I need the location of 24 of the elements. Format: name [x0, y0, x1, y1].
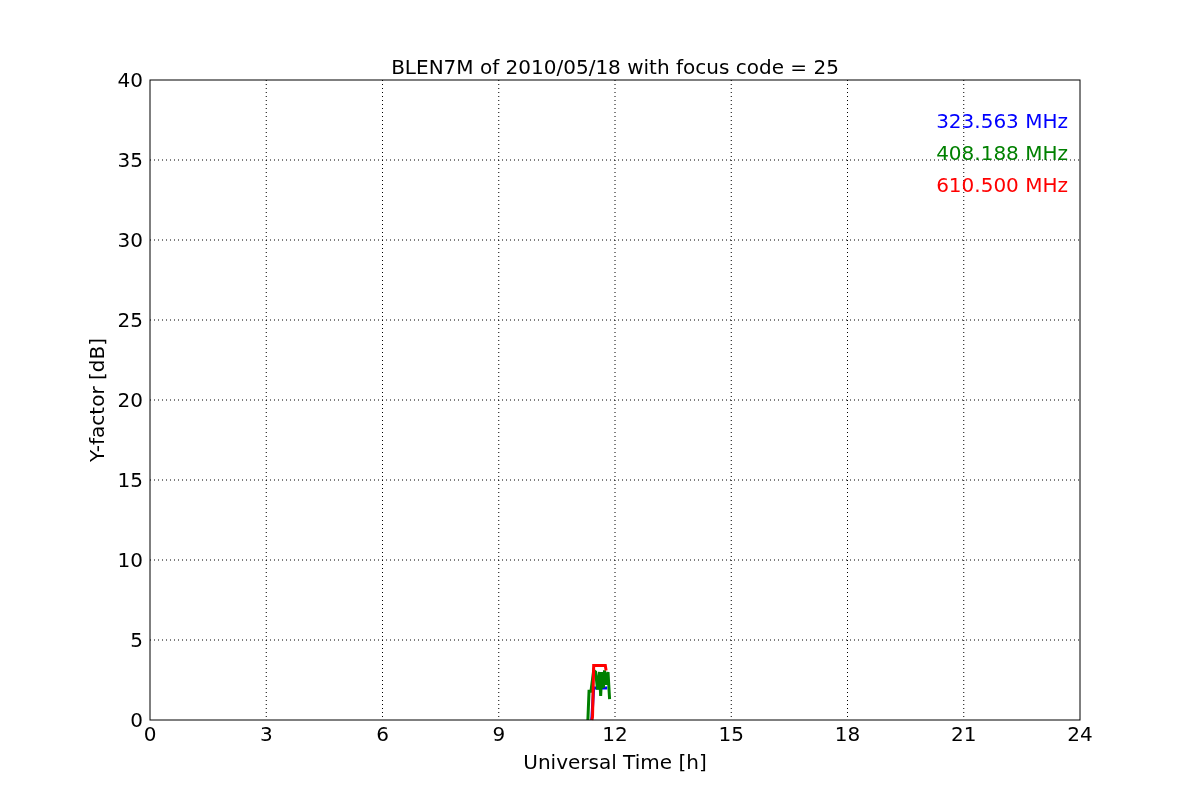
- tick-label: 30: [117, 228, 143, 252]
- tick-label: 25: [117, 308, 143, 332]
- tick-label: 18: [834, 722, 861, 746]
- tick-label: 21: [951, 722, 977, 746]
- tick-label: 10: [117, 548, 143, 572]
- legend-label: 323.563 MHz: [936, 109, 1068, 133]
- tick-label: 9: [492, 722, 506, 746]
- legend-label: 408.188 MHz: [936, 141, 1068, 165]
- tick-label: 0: [130, 708, 143, 732]
- legend-label: 610.500 MHz: [936, 173, 1068, 197]
- tick-label: 15: [718, 722, 744, 746]
- chart-title: BLEN7M of 2010/05/18 with focus code = 25: [391, 55, 839, 79]
- tick-label: 20: [117, 388, 143, 412]
- tick-label: 12: [602, 722, 628, 746]
- tick-label: 0: [143, 722, 157, 746]
- tick-label: 3: [259, 722, 273, 746]
- tick-label: 6: [376, 722, 389, 746]
- axis-label: Universal Time [h]: [523, 750, 707, 774]
- tick-label: 5: [130, 628, 143, 652]
- tick-label: 40: [117, 68, 143, 92]
- axis-label: Y-factor [dB]: [85, 338, 109, 462]
- tick-label: 35: [117, 148, 143, 172]
- tick-label: 15: [117, 468, 143, 492]
- tick-label: 24: [1067, 722, 1093, 746]
